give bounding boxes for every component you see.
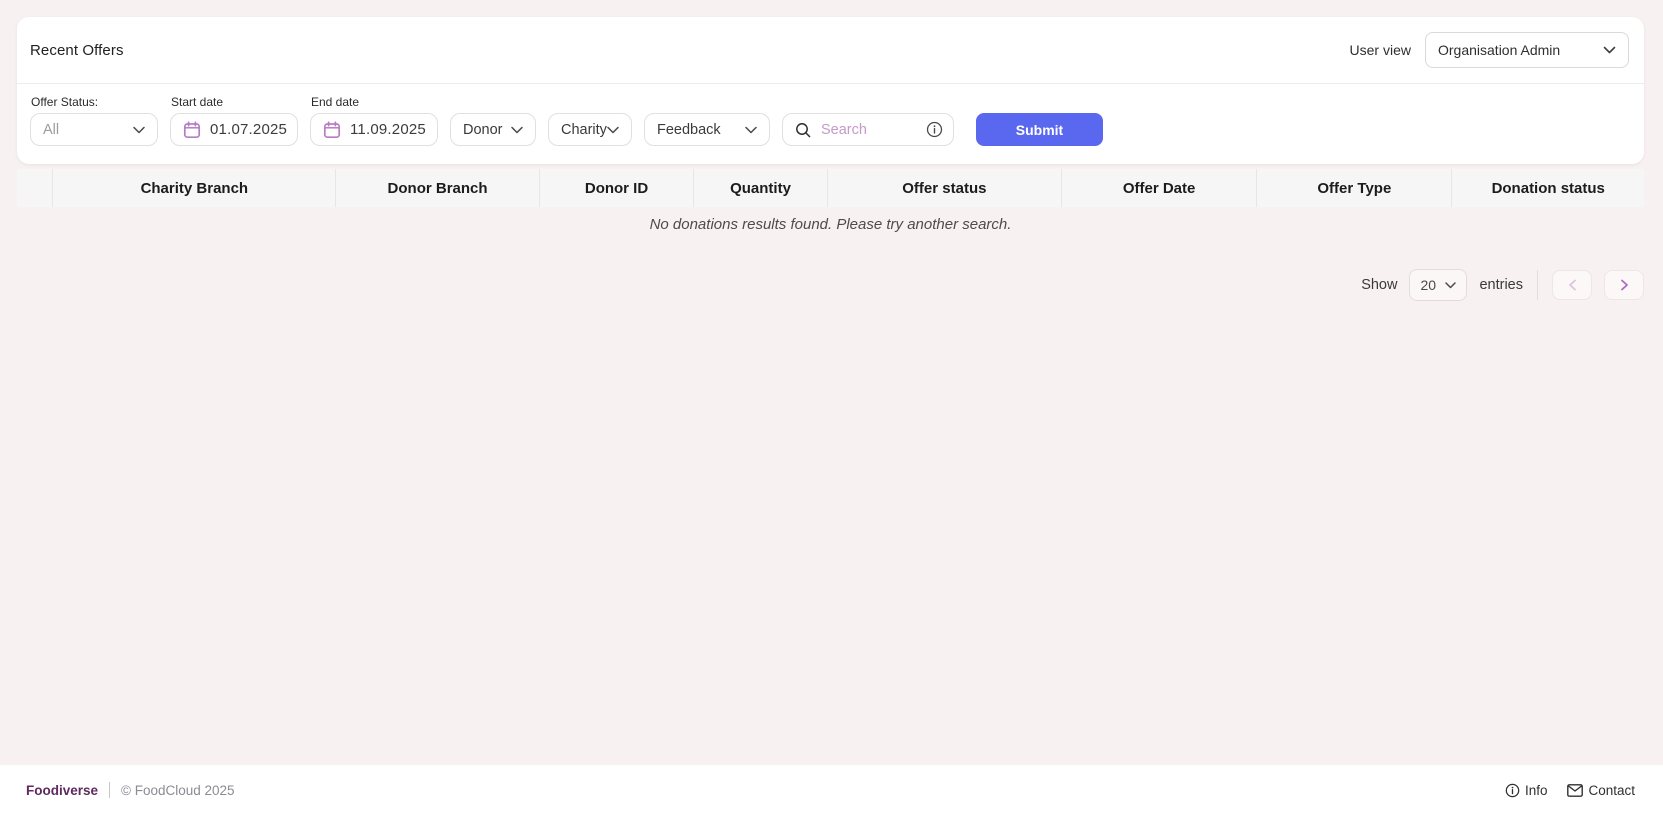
contact-label: Contact: [1588, 783, 1635, 798]
card-header: Recent Offers User view Organisation Adm…: [17, 17, 1644, 84]
column-header-offer-date: Offer Date: [1062, 169, 1257, 207]
calendar-icon: [323, 121, 341, 139]
chevron-down-icon: [1603, 46, 1616, 54]
start-date-input[interactable]: 01.07.2025: [170, 113, 298, 146]
start-date-value: 01.07.2025: [210, 121, 287, 138]
calendar-icon: [183, 121, 201, 139]
start-date-label: Start date: [171, 95, 298, 109]
offer-status-value: All: [43, 122, 59, 138]
column-header-offer-status: Offer status: [827, 169, 1061, 207]
chevron-down-icon: [745, 126, 757, 134]
feedback-value: Feedback: [657, 122, 721, 138]
end-date-label: End date: [311, 95, 438, 109]
donor-group: Donor: [450, 113, 536, 146]
entries-label: entries: [1479, 277, 1523, 293]
info-link[interactable]: Info: [1505, 783, 1548, 798]
brand-link[interactable]: Foodiverse: [26, 783, 98, 798]
donor-value: Donor: [463, 122, 503, 138]
charity-value: Charity: [561, 122, 607, 138]
column-header-donor-id: Donor ID: [539, 169, 694, 207]
column-header-empty: [17, 169, 53, 207]
donor-select[interactable]: Donor: [450, 113, 536, 146]
footer: Foodiverse © FoodCloud 2025 Info Contact: [0, 765, 1663, 815]
previous-page-button[interactable]: [1552, 270, 1592, 300]
chevron-down-icon: [1445, 282, 1456, 289]
search-input[interactable]: [819, 121, 918, 139]
offer-status-select[interactable]: All: [30, 113, 158, 146]
end-date-group: End date 11.09.2025: [310, 95, 438, 146]
feedback-group: Feedback: [644, 113, 770, 146]
chevron-left-icon: [1568, 279, 1577, 291]
submit-button[interactable]: Submit: [976, 113, 1103, 146]
show-label: Show: [1361, 277, 1397, 293]
recent-offers-card: Recent Offers User view Organisation Adm…: [17, 17, 1644, 164]
user-view-label: User view: [1350, 42, 1411, 58]
charity-select[interactable]: Charity: [548, 113, 632, 146]
info-label: Info: [1525, 783, 1548, 798]
user-view-group: User view Organisation Admin: [1350, 32, 1629, 68]
footer-right: Info Contact: [1505, 783, 1635, 798]
column-header-offer-type: Offer Type: [1257, 169, 1452, 207]
footer-divider: [109, 782, 110, 798]
column-header-donor-branch: Donor Branch: [336, 169, 539, 207]
chevron-down-icon: [511, 126, 523, 134]
end-date-value: 11.09.2025: [350, 121, 426, 138]
main-content: Recent Offers User view Organisation Adm…: [0, 0, 1663, 765]
chevron-right-icon: [1620, 279, 1629, 291]
footer-left: Foodiverse © FoodCloud 2025: [26, 782, 235, 798]
copyright-text: © FoodCloud 2025: [121, 783, 235, 798]
next-page-button[interactable]: [1604, 270, 1644, 300]
start-date-group: Start date 01.07.2025: [170, 95, 298, 146]
charity-group: Charity: [548, 113, 632, 146]
page-size-select[interactable]: 20: [1409, 269, 1467, 301]
chevron-down-icon: [133, 126, 145, 134]
pagination-divider: [1537, 270, 1538, 300]
column-header-charity-branch: Charity Branch: [53, 169, 336, 207]
chevron-down-icon: [607, 126, 619, 134]
info-icon: [1505, 783, 1520, 798]
offer-status-group: Offer Status: All: [30, 95, 158, 146]
offer-status-label: Offer Status:: [31, 95, 158, 109]
page-size-value: 20: [1420, 277, 1436, 293]
user-view-value: Organisation Admin: [1438, 42, 1560, 58]
pagination-bar: Show 20 entries: [17, 269, 1644, 301]
empty-results-message: No donations results found. Please try a…: [17, 216, 1644, 233]
info-icon[interactable]: [926, 121, 943, 138]
user-view-select[interactable]: Organisation Admin: [1425, 32, 1629, 68]
search-icon: [795, 122, 811, 138]
offers-table: Charity Branch Donor Branch Donor ID Qua…: [17, 169, 1644, 207]
filter-bar: Offer Status: All Start date 01.07.2025: [17, 84, 1644, 164]
feedback-select[interactable]: Feedback: [644, 113, 770, 146]
column-header-donation-status: Donation status: [1452, 169, 1644, 207]
search-box: [782, 113, 954, 146]
search-group: [782, 113, 954, 146]
contact-link[interactable]: Contact: [1567, 783, 1635, 798]
end-date-input[interactable]: 11.09.2025: [310, 113, 438, 146]
envelope-icon: [1567, 784, 1583, 797]
column-header-quantity: Quantity: [694, 169, 827, 207]
page-title: Recent Offers: [30, 42, 124, 59]
table-header-row: Charity Branch Donor Branch Donor ID Qua…: [17, 169, 1644, 207]
